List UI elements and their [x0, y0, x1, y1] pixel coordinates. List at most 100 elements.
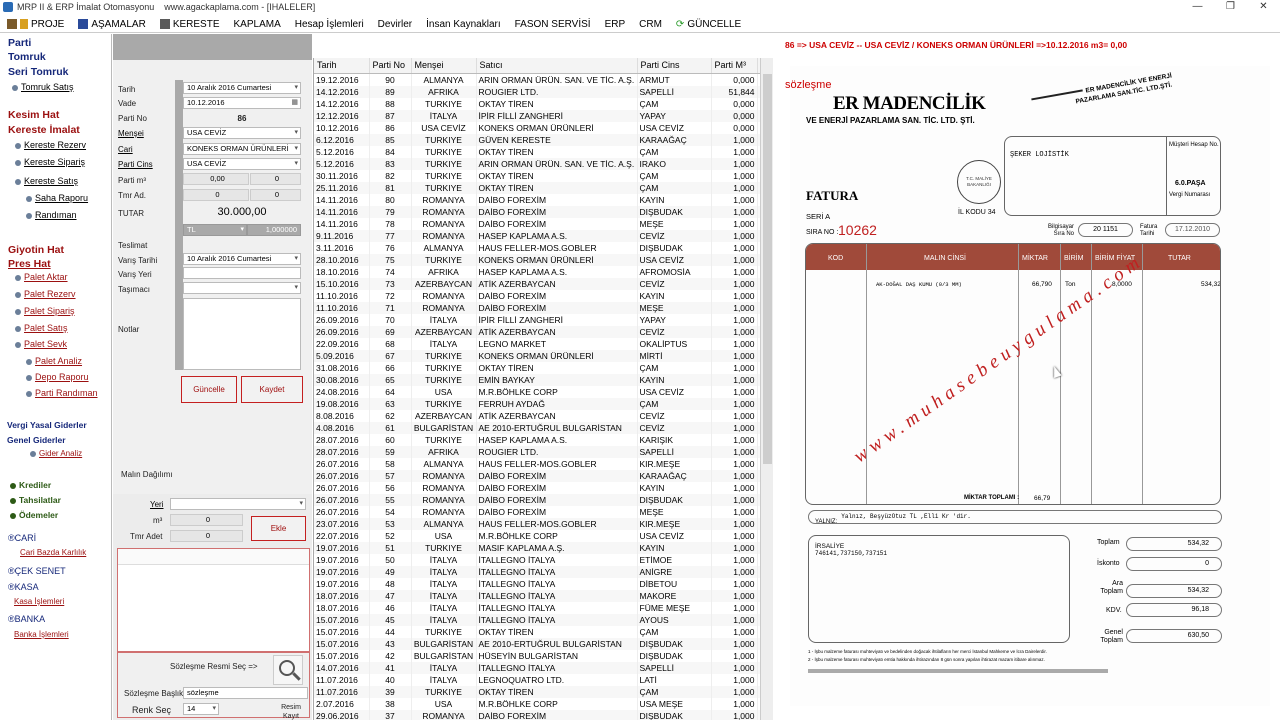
sidebar-randiman[interactable]: Randıman: [26, 210, 77, 220]
table-row[interactable]: 15.07.2016 42 BULGARİSTAN HÜSEYİN BULGARİST…: [314, 649, 773, 662]
sidebar-palet-analiz[interactable]: Palet Analiz: [26, 356, 82, 366]
tmr-ad-field-2[interactable]: 0: [250, 189, 301, 201]
table-row[interactable]: 8.08.2016 62 AZERBAYCAN ATİK AZERBAYCAN CEVİ…: [314, 409, 773, 422]
cari-link[interactable]: Cari: [118, 145, 133, 154]
table-row[interactable]: 14.07.2016 41 İTALYA İTALLEGNO İTALYA SAPELL…: [314, 661, 773, 674]
table-row[interactable]: 18.07.2016 46 İTALYA İTALLEGNO İTALYA FÜME M…: [314, 601, 773, 614]
sidebar-tomruk[interactable]: Tomruk: [8, 51, 46, 63]
sidebar-kereste-satis[interactable]: Kereste Satış: [15, 176, 78, 186]
table-row[interactable]: 26.09.2016 70 İTALYA İPİR FİLLİ ZANGHERİ YAP…: [314, 313, 773, 326]
table-row[interactable]: 15.10.2016 73 AZERBAYCAN ATİK AZERBAYCAN CEV…: [314, 277, 773, 290]
table-row[interactable]: 6.12.2016 85 TURKIYE GÜVEN KERESTE KARAAĞAÇ 1…: [314, 133, 773, 146]
sidebar-giyotin-hat[interactable]: Giyotin Hat: [8, 244, 64, 256]
menu-asamalar[interactable]: AŞAMALAR: [71, 19, 152, 30]
sidebar-kesim-hat[interactable]: Kesim Hat: [8, 109, 59, 121]
tmr-adet-field[interactable]: 0: [170, 530, 243, 542]
notlar-textarea[interactable]: [183, 298, 301, 370]
table-row[interactable]: 3.11.2016 76 ALMANYA HAUS FELLER-MOS.GOBLER…: [314, 241, 773, 254]
currency-select[interactable]: TL ▾: [183, 224, 247, 236]
table-row[interactable]: 2.07.2016 38 USA M.R.BÖHLKE CORP USA MEŞE 1,0…: [314, 697, 773, 710]
mensei-link[interactable]: Menşei: [118, 129, 144, 138]
table-row[interactable]: 11.10.2016 71 ROMANYA DAİBO FOREXİM MEŞE 1,00…: [314, 301, 773, 314]
table-row[interactable]: 28.07.2016 60 TURKIYE HASEP KAPLAMA A.S. KAR…: [314, 433, 773, 446]
table-row[interactable]: 14.12.2016 88 TURKIYE OKTAY TİREN ÇAM 0,000: [314, 97, 773, 110]
sidebar-tahsilatlar[interactable]: Tahsilatlar: [10, 495, 61, 505]
sidebar-krediler[interactable]: Krediler: [10, 480, 51, 490]
table-row[interactable]: 19.07.2016 51 TURKIYE MASIF KAPLAMA A.Ş. KAY…: [314, 541, 773, 554]
menu-insan-kaynaklari[interactable]: İnsan Kaynakları: [419, 19, 508, 30]
magnifier-icon[interactable]: [273, 655, 303, 685]
vade-picker[interactable]: 10.12.2016 ▦: [183, 97, 301, 109]
varis-yeri-field[interactable]: [183, 267, 301, 279]
parti-cins-link[interactable]: Parti Cins: [118, 160, 153, 169]
rate-field[interactable]: 1,000000: [247, 224, 301, 236]
table-row[interactable]: 15.07.2016 45 İTALYA İTALLEGNO İTALYA AYOUS 1…: [314, 613, 773, 626]
table-row[interactable]: 12.12.2016 87 İTALYA İPİR FİLLİ ZANGHERİ YAP…: [314, 109, 773, 122]
table-row[interactable]: 30.11.2016 82 TURKIYE OKTAY TİREN ÇAM 1,000: [314, 169, 773, 182]
table-row[interactable]: 24.08.2016 64 USA M.R.BÖHLKE CORP USA CEVİZ 1…: [314, 385, 773, 398]
table-row[interactable]: 14.11.2016 80 ROMANYA DAİBO FOREXİM KAYIN 1,0…: [314, 193, 773, 206]
table-row[interactable]: 14.12.2016 89 AFRIKA ROUGIER LTD. SAPELLİ 51,…: [314, 85, 773, 98]
tasimaci-select[interactable]: ▾: [183, 282, 301, 294]
maximize-button[interactable]: ❐: [1214, 0, 1247, 14]
column-header[interactable]: Menşei: [411, 58, 477, 74]
sidebar-banka[interactable]: ®BANKA: [8, 614, 45, 624]
parti-m3-field[interactable]: 0,00: [183, 173, 249, 185]
sidebar-kereste-siparis[interactable]: Kereste Sipariş: [15, 157, 85, 167]
sidebar-palet-aktar[interactable]: Palet Aktar: [15, 272, 68, 282]
table-row[interactable]: 4.08.2016 61 BULGARİSTAN AE 2010-ERTUĞRUL B…: [314, 421, 773, 434]
sidebar-saha-raporu[interactable]: Saha Raporu: [26, 193, 88, 203]
kaydet-button[interactable]: Kaydet: [241, 376, 303, 403]
table-row[interactable]: 15.07.2016 43 BULGARİSTAN AE 2010-ERTUĞRUL …: [314, 637, 773, 650]
menu-crm[interactable]: CRM: [632, 19, 669, 30]
parti-m3-field-2[interactable]: 0: [250, 173, 301, 185]
parti-cins-select[interactable]: USA CEVİZ ▾: [183, 158, 301, 170]
sidebar-cari-bazda-karlilik[interactable]: Cari Bazda Karlılık: [20, 548, 86, 557]
table-row[interactable]: 30.08.2016 65 TURKIYE EMİN BAYKAY KAYIN 1,000: [314, 373, 773, 386]
table-row[interactable]: 22.09.2016 68 İTALYA LEGNO MARKET OKALİPTUS 1…: [314, 337, 773, 350]
column-header[interactable]: Tarih: [314, 58, 370, 74]
table-row[interactable]: 18.10.2016 74 AFRIKA HASEP KAPLAMA A.S. AFRO…: [314, 265, 773, 278]
table-row[interactable]: 5.12.2016 83 TURKIYE ARIN ORMAN ÜRÜN. SAN. …: [314, 157, 773, 170]
sidebar-parti-randiman[interactable]: Parti Randıman: [26, 388, 98, 398]
m3-field[interactable]: 0: [170, 514, 243, 526]
table-row[interactable]: 14.11.2016 79 ROMANYA DAİBO FOREXİM DIŞBUDAK…: [314, 205, 773, 218]
table-row[interactable]: 31.08.2016 66 TURKIYE OKTAY TİREN ÇAM 1,000: [314, 361, 773, 374]
table-row[interactable]: 19.07.2016 49 İTALYA İTALLEGNO İTALYA ANİGRE…: [314, 565, 773, 578]
table-row[interactable]: 15.07.2016 44 TURKIYE OKTAY TİREN ÇAM 1,000: [314, 625, 773, 638]
grid-scrollbar[interactable]: [760, 58, 773, 720]
table-row[interactable]: 11.07.2016 40 İTALYA LEGNOQUATRO LTD. LATİ 1,…: [314, 673, 773, 686]
sidebar-seri-tomruk[interactable]: Seri Tomruk: [8, 66, 69, 78]
table-row[interactable]: 26.07.2016 55 ROMANYA DAİBO FOREXİM DIŞBUDAK…: [314, 493, 773, 506]
sozlesme-baslik-field[interactable]: sözleşme: [183, 687, 308, 699]
sidebar-cari[interactable]: ®CARİ: [8, 533, 36, 543]
table-row[interactable]: 5.12.2016 84 TURKIYE OKTAY TİREN ÇAM 1,000: [314, 145, 773, 158]
table-row[interactable]: 25.11.2016 81 TURKIYE OKTAY TİREN ÇAM 1,000: [314, 181, 773, 194]
sidebar-vergi-yasal-giderler[interactable]: Vergi Yasal Giderler: [7, 420, 87, 430]
sidebar-depo-raporu[interactable]: Depo Raporu: [26, 372, 89, 382]
table-row[interactable]: 5.09.2016 67 TURKIYE KONEKS ORMAN ÜRÜNLERİ M…: [314, 349, 773, 362]
table-row[interactable]: 28.10.2016 75 TURKIYE KONEKS ORMAN ÜRÜNLERİ…: [314, 253, 773, 266]
table-row[interactable]: 28.07.2016 59 AFRIKA ROUGIER LTD. SAPELLİ 1,0…: [314, 445, 773, 458]
minimize-button[interactable]: —: [1181, 0, 1214, 14]
table-row[interactable]: 14.11.2016 78 ROMANYA DAİBO FOREXİM MEŞE 1,00…: [314, 217, 773, 230]
menu-guncelle[interactable]: ⟳ GÜNCELLE: [669, 19, 748, 30]
yeri-select[interactable]: ▾: [170, 498, 306, 510]
cari-select[interactable]: KONEKS ORMAN ÜRÜNLERİ ▾: [183, 143, 301, 155]
sidebar-kasa-islemleri[interactable]: Kasa İşlemleri: [14, 597, 64, 606]
tmr-ad-field[interactable]: 0: [183, 189, 249, 201]
sidebar-tomruk-satis[interactable]: Tomruk Satış: [12, 82, 74, 92]
sidebar-kasa[interactable]: ®KASA: [8, 582, 39, 592]
sidebar-palet-satis[interactable]: Palet Satış: [15, 323, 68, 333]
sidebar-genel-giderler[interactable]: Genel Giderler: [7, 435, 66, 445]
parti-grid[interactable]: Tarih Parti No Menşei Satıcı Parti Cins Parti…: [313, 58, 773, 720]
column-header[interactable]: Parti Cins: [637, 58, 712, 74]
sidebar-banka-islemleri[interactable]: Banka İşlemleri: [14, 630, 69, 639]
tarih-picker[interactable]: 10 Aralık 2016 Cumartesi ▾: [183, 82, 301, 94]
dagilim-list[interactable]: [117, 548, 310, 652]
table-row[interactable]: 23.07.2016 53 ALMANYA HAUS FELLER-MOS.GOBLE…: [314, 517, 773, 530]
table-row[interactable]: 19.07.2016 50 İTALYA İTALLEGNO İTALYA ETİMOE…: [314, 553, 773, 566]
table-row[interactable]: 26.07.2016 56 ROMANYA DAİBO FOREXİM KAYIN 1,0…: [314, 481, 773, 494]
sidebar-odemeler[interactable]: Ödemeler: [10, 510, 58, 520]
yeri-link[interactable]: Yeri: [150, 500, 164, 509]
